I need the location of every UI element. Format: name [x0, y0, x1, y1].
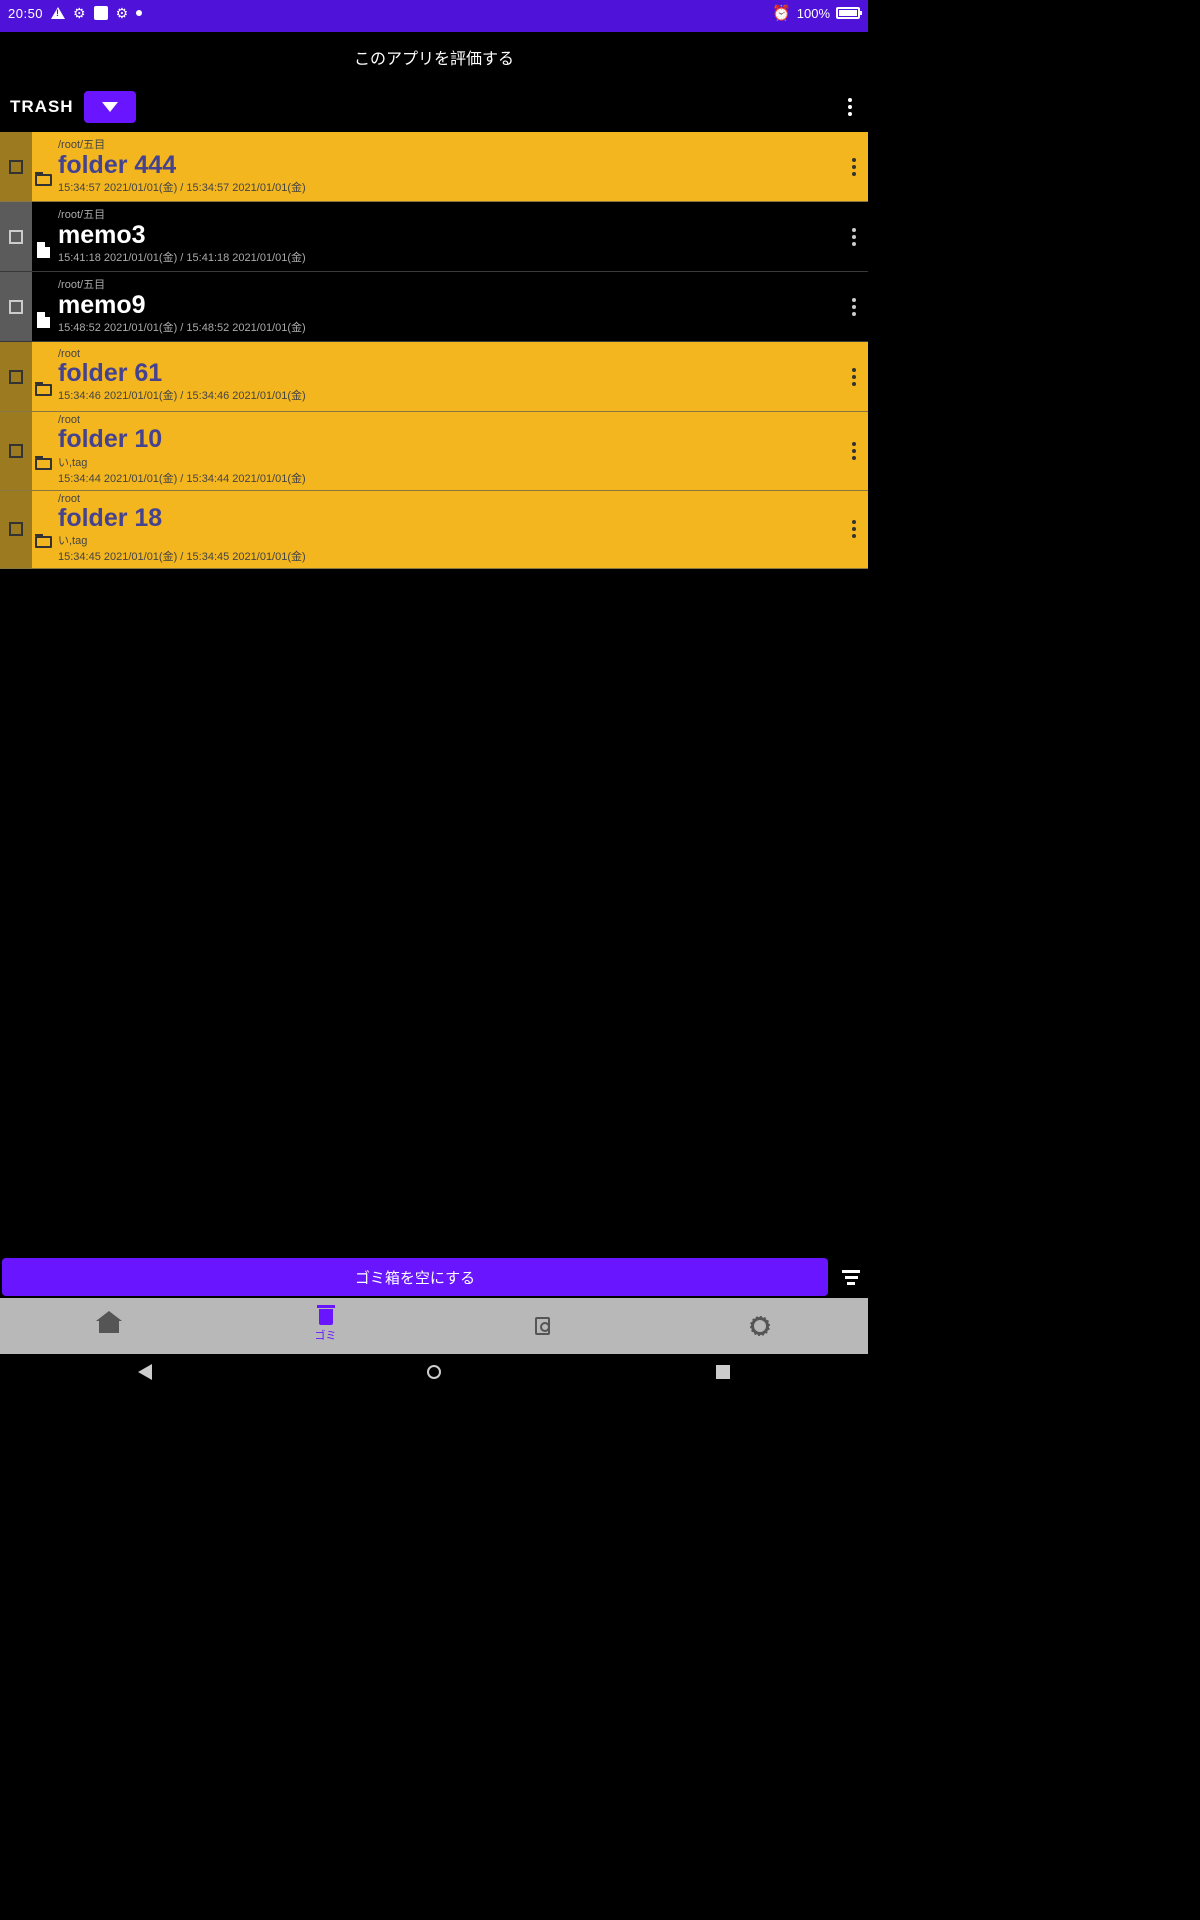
sort-button[interactable] [836, 1258, 866, 1296]
rate-app-label: このアプリを評価する [354, 45, 514, 69]
list-item[interactable]: /rootfolder 10い,tag15:34:44 2021/01/01(金… [0, 412, 868, 491]
item-overflow-button[interactable] [840, 412, 868, 490]
list-item[interactable]: /rootfolder 18い,tag15:34:45 2021/01/01(金… [0, 491, 868, 570]
tab-home[interactable] [0, 1298, 217, 1354]
home-icon [99, 1319, 119, 1333]
app-icon [94, 6, 108, 20]
list-item[interactable]: /root/五目memo315:41:18 2021/01/01(金) / 15… [0, 202, 868, 272]
item-path: /root/五目 [58, 276, 836, 292]
chevron-down-icon [102, 102, 118, 112]
battery-icon [836, 7, 860, 19]
item-title: memo3 [58, 222, 836, 250]
folder-icon [35, 536, 52, 548]
item-dates: 15:34:57 2021/01/01(金) / 15:34:57 2021/0… [58, 179, 836, 195]
item-overflow-button[interactable] [840, 132, 868, 201]
overflow-menu-button[interactable] [842, 92, 858, 122]
battery-percent: 100% [797, 6, 830, 21]
empty-space [0, 569, 868, 1256]
empty-trash-button[interactable]: ゴミ箱を空にする [2, 1258, 828, 1296]
list-item[interactable]: /root/五目memo915:48:52 2021/01/01(金) / 15… [0, 272, 868, 342]
item-dates: 15:34:45 2021/01/01(金) / 15:34:45 2021/0… [58, 548, 836, 564]
file-icon [37, 242, 50, 258]
checkbox[interactable] [0, 202, 32, 271]
nav-back-button[interactable] [138, 1364, 152, 1380]
location-dropdown-button[interactable] [84, 91, 136, 123]
system-nav-bar [0, 1354, 868, 1390]
nav-home-button[interactable] [427, 1365, 441, 1379]
gear-icon: ⚙ [116, 5, 129, 22]
search-doc-icon [535, 1317, 550, 1335]
warning-icon [51, 7, 65, 19]
item-path: /root [58, 493, 836, 505]
status-time: 20:50 [8, 6, 43, 21]
item-overflow-button[interactable] [840, 272, 868, 341]
item-overflow-button[interactable] [840, 491, 868, 569]
checkbox[interactable] [0, 272, 32, 341]
checkbox[interactable] [0, 132, 32, 201]
item-dates: 15:48:52 2021/01/01(金) / 15:48:52 2021/0… [58, 319, 836, 335]
item-title: memo9 [58, 292, 836, 320]
folder-icon [35, 384, 52, 396]
item-dates: 15:41:18 2021/01/01(金) / 15:41:18 2021/0… [58, 249, 836, 265]
item-dates: 15:34:44 2021/01/01(金) / 15:34:44 2021/0… [58, 470, 836, 486]
rate-app-banner[interactable]: このアプリを評価する [0, 32, 868, 82]
folder-icon [35, 458, 52, 470]
item-title: folder 10 [58, 426, 836, 454]
item-overflow-button[interactable] [840, 342, 868, 411]
alarm-icon: ⏰ [772, 4, 791, 22]
location-label: TRASH [10, 97, 74, 117]
folder-icon [35, 174, 52, 186]
checkbox[interactable] [0, 491, 32, 569]
item-path: /root [58, 348, 836, 360]
notification-dot-icon [136, 10, 142, 16]
list-item[interactable]: /root/五目folder 44415:34:57 2021/01/01(金)… [0, 132, 868, 202]
item-dates: 15:34:46 2021/01/01(金) / 15:34:46 2021/0… [58, 387, 836, 403]
status-bar: 20:50 ⚙ ⚙ ⏰ 100% [0, 0, 868, 26]
nav-recent-button[interactable] [716, 1365, 730, 1379]
item-title: folder 444 [58, 152, 836, 180]
checkbox[interactable] [0, 342, 32, 411]
item-path: /root [58, 414, 836, 426]
checkbox[interactable] [0, 412, 32, 490]
tab-search[interactable] [434, 1298, 651, 1354]
gear-icon: ⚙ [73, 5, 86, 22]
item-path: /root/五目 [58, 206, 836, 222]
list-item[interactable]: /rootfolder 6115:34:46 2021/01/01(金) / 1… [0, 342, 868, 412]
empty-trash-label: ゴミ箱を空にする [355, 1267, 475, 1288]
item-title: folder 61 [58, 360, 836, 388]
tab-settings[interactable] [651, 1298, 868, 1354]
trash-icon [319, 1309, 333, 1325]
tab-trash[interactable]: ゴミ [217, 1298, 434, 1354]
item-tags: い,tag [58, 454, 836, 470]
tab-trash-label: ゴミ [315, 1327, 337, 1343]
location-bar: TRASH [0, 82, 868, 132]
item-path: /root/五目 [58, 136, 836, 152]
file-icon [37, 312, 50, 328]
item-tags: い,tag [58, 532, 836, 548]
bottom-action-row: ゴミ箱を空にする [0, 1256, 868, 1298]
trash-list: /root/五目folder 44415:34:57 2021/01/01(金)… [0, 132, 868, 569]
item-overflow-button[interactable] [840, 202, 868, 271]
bottom-tab-bar: ゴミ [0, 1298, 868, 1354]
item-title: folder 18 [58, 505, 836, 533]
gear-icon [751, 1317, 769, 1335]
